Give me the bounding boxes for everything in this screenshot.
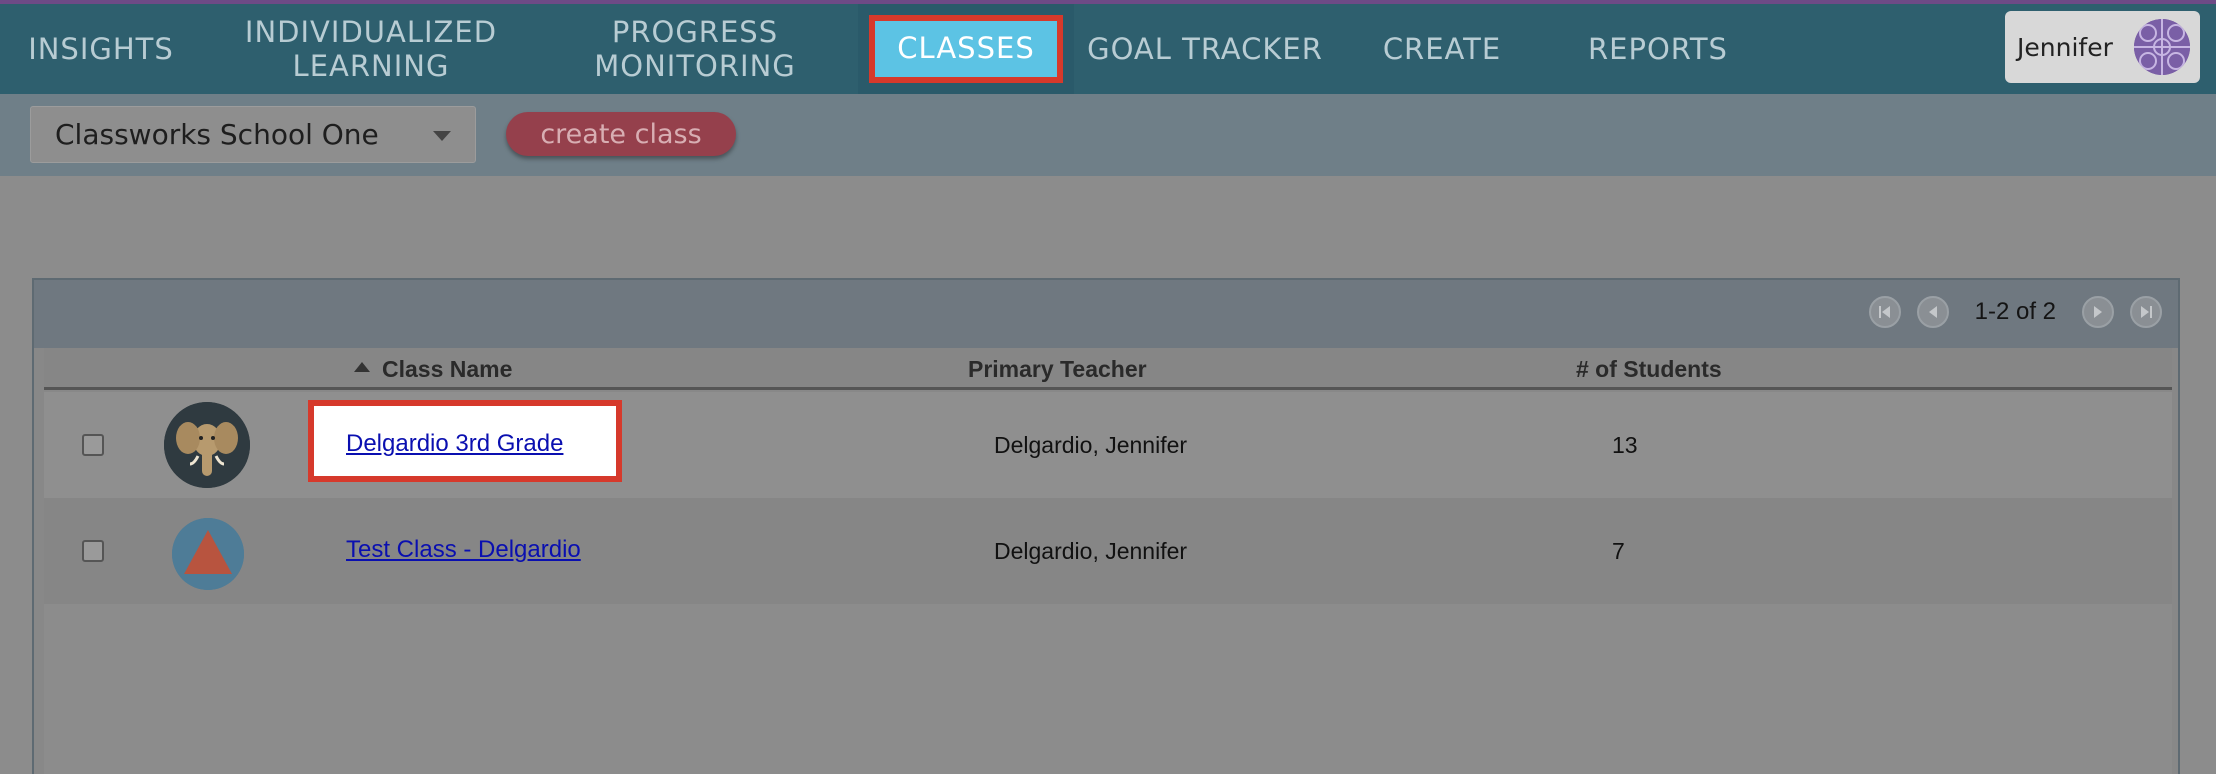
nav-create[interactable]: CREATE [1370, 4, 1514, 94]
class-table-panel: 1-2 of 2 Class Name Primary Teacher # of… [32, 278, 2180, 774]
school-select[interactable]: Classworks School One [30, 106, 476, 163]
nav-insights[interactable]: INSIGHTS [0, 4, 202, 94]
header-primary-teacher[interactable]: Primary Teacher [968, 356, 1147, 383]
nav-individualized-learning-label: INDIVIDUALIZED LEARNING [244, 15, 498, 83]
nav-progress-monitoring-label: PROGRESS MONITORING [594, 15, 796, 83]
last-page-icon[interactable] [2130, 296, 2162, 328]
students-cell: 7 [1612, 538, 1625, 564]
nav-goal-tracker[interactable]: GOAL TRACKER [1080, 4, 1330, 94]
sort-ascending-icon[interactable] [354, 362, 370, 372]
school-select-value: Classworks School One [55, 118, 379, 151]
header-class-name[interactable]: Class Name [382, 356, 512, 383]
first-page-icon[interactable] [1868, 296, 1901, 328]
nav-progress-monitoring[interactable]: PROGRESS MONITORING [570, 4, 820, 94]
row-checkbox[interactable] [82, 540, 104, 562]
table-header: Class Name Primary Teacher # of Students [44, 348, 2172, 390]
class-link[interactable]: Test Class - Delgardio [346, 536, 581, 564]
triangle-icon [172, 518, 244, 590]
create-class-button[interactable]: create class [506, 112, 736, 156]
students-cell: 13 [1612, 432, 1638, 458]
nav-reports[interactable]: REPORTS [1570, 4, 1746, 94]
user-menu[interactable]: Jennifer [2005, 11, 2200, 83]
table-empty-area [44, 604, 2172, 774]
teacher-cell: Delgardio, Jennifer [994, 432, 1188, 458]
top-navigation: INSIGHTS INDIVIDUALIZED LEARNING PROGRES… [0, 0, 2216, 94]
toolbar: Classworks School One create class [0, 94, 2216, 176]
next-page-icon[interactable] [2082, 296, 2114, 328]
table-row: Delgardio 3rd Grade Delgardio, Jennifer … [44, 392, 2172, 498]
class-link[interactable]: Delgardio 3rd Grade [346, 430, 563, 458]
chevron-down-icon [433, 131, 451, 141]
avatar [2134, 19, 2190, 75]
nav-classes-label: CLASSES [869, 15, 1063, 83]
user-name: Jennifer [2017, 32, 2113, 62]
nav-classes[interactable]: CLASSES [858, 4, 1074, 94]
nav-individualized-learning[interactable]: INDIVIDUALIZED LEARNING [226, 4, 516, 94]
previous-page-icon[interactable] [1916, 296, 1949, 328]
header-students[interactable]: # of Students [1576, 356, 1722, 383]
teacher-cell: Delgardio, Jennifer [994, 538, 1188, 564]
elephant-icon [164, 402, 250, 488]
table-row: Test Class - Delgardio Delgardio, Jennif… [44, 498, 2172, 604]
pager-text: 1-2 of 2 [1974, 298, 2056, 325]
table-toolbar: 1-2 of 2 [34, 280, 2178, 348]
pagination: 1-2 of 2 [1868, 294, 2162, 330]
row-checkbox[interactable] [82, 434, 104, 456]
